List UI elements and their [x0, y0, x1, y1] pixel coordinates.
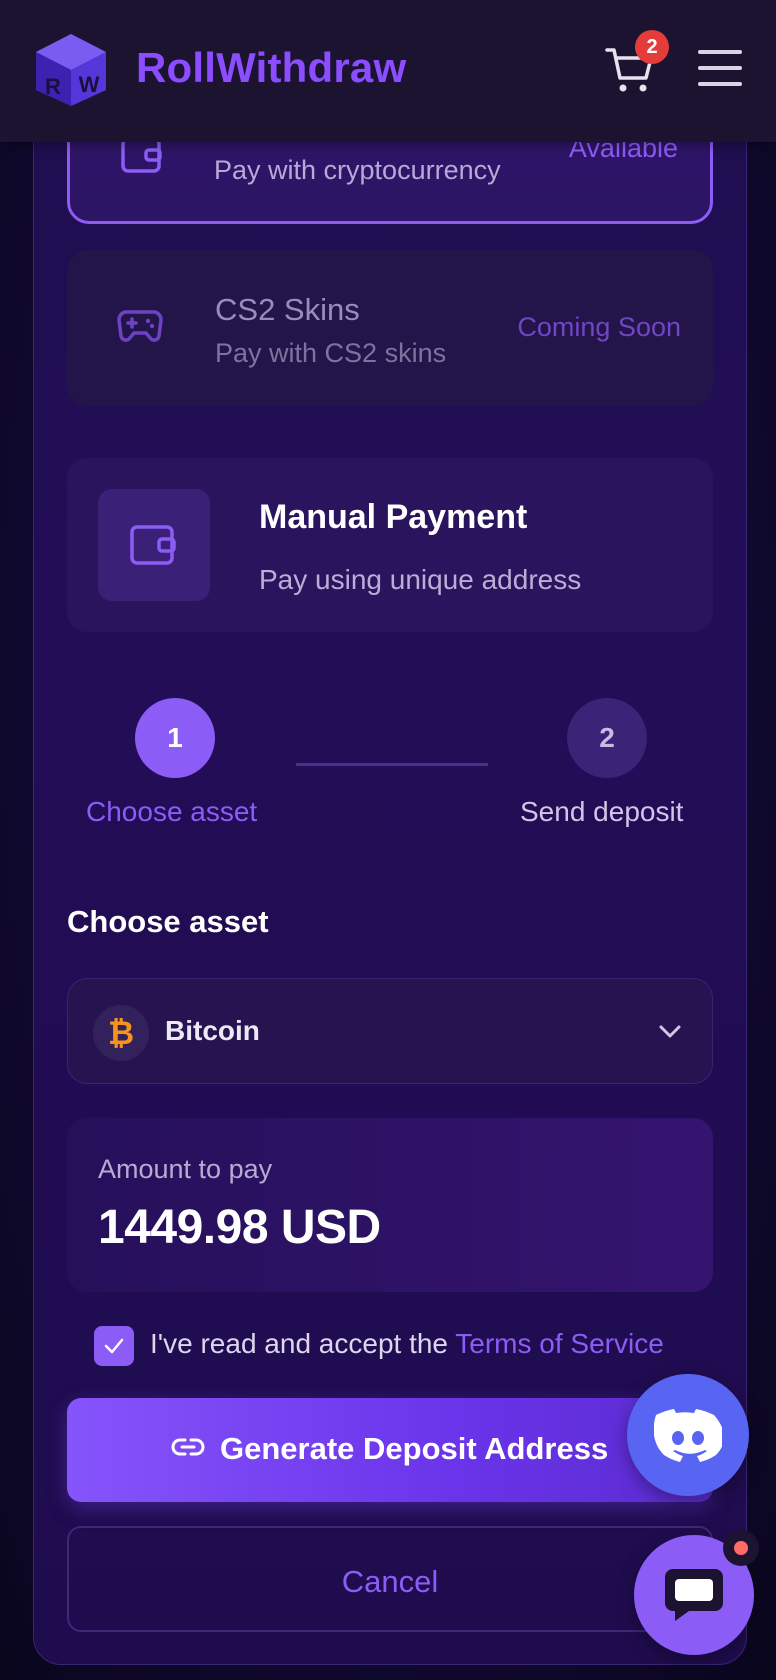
- logo-letter-r: R: [45, 74, 61, 99]
- step-1-label: Choose asset: [86, 796, 258, 827]
- hamburger-menu-icon[interactable]: [698, 50, 742, 88]
- step-2-label: Send deposit: [520, 796, 684, 827]
- terms-of-service-link[interactable]: Terms of Service: [455, 1328, 664, 1359]
- cart-count-badge: 2: [635, 30, 669, 64]
- method-title: Manual Payment: [259, 498, 528, 536]
- discord-button[interactable]: [627, 1374, 749, 1496]
- method-subtitle: Pay with cryptocurrency: [214, 155, 501, 185]
- page: Pay with cryptocurrency Available CS2 Sk…: [0, 0, 776, 1680]
- gamepad-icon: [117, 310, 163, 342]
- method-title: CS2 Skins: [215, 292, 360, 327]
- step-connector: [296, 763, 488, 766]
- amount-box: Amount to pay 1449.98 USD: [67, 1118, 713, 1292]
- link-icon: [171, 1438, 205, 1456]
- selected-asset-label: Bitcoin: [165, 1015, 260, 1046]
- discord-icon: [654, 1409, 722, 1462]
- amount-value: 1449.98 USD: [98, 1201, 381, 1254]
- asset-select[interactable]: ₿ Bitcoin: [67, 978, 713, 1084]
- payment-method-cs2-skins[interactable]: CS2 Skins Pay with CS2 skins Coming Soon: [67, 250, 713, 406]
- method-icon-box: [98, 489, 210, 601]
- top-nav: R W RollWithdraw 2: [0, 0, 776, 142]
- terms-prefix: I've read and accept the: [150, 1328, 456, 1359]
- chat-notification-dot: [723, 1530, 759, 1566]
- generate-deposit-address-button[interactable]: Generate Deposit Address: [67, 1398, 713, 1502]
- cancel-button[interactable]: Cancel: [67, 1526, 713, 1632]
- amount-label: Amount to pay: [98, 1154, 273, 1184]
- step-2-indicator: 2: [567, 698, 647, 778]
- payment-method-manual[interactable]: Manual Payment Pay using unique address: [67, 458, 713, 632]
- logo[interactable]: R W: [34, 32, 108, 108]
- section-title: Choose asset: [67, 904, 269, 939]
- check-icon: [104, 1338, 124, 1354]
- method-subtitle: Pay with CS2 skins: [215, 338, 447, 368]
- terms-text: I've read and accept the Terms of Servic…: [150, 1328, 664, 1360]
- chat-bubble-icon: [665, 1569, 723, 1621]
- method-status: Coming Soon: [517, 312, 681, 342]
- logo-letter-w: W: [79, 72, 100, 97]
- cancel-button-label: Cancel: [341, 1564, 439, 1599]
- brand-name[interactable]: RollWithdraw: [136, 44, 406, 92]
- chevron-down-icon: [659, 1025, 681, 1038]
- terms-checkbox[interactable]: [94, 1326, 134, 1366]
- svg-text:₿: ₿: [108, 1014, 134, 1052]
- method-subtitle: Pay using unique address: [259, 564, 582, 595]
- wallet-icon: [130, 525, 176, 565]
- bitcoin-icon: ₿: [93, 1005, 149, 1061]
- generate-button-label: Generate Deposit Address: [220, 1431, 609, 1466]
- step-1-indicator: 1: [135, 698, 215, 778]
